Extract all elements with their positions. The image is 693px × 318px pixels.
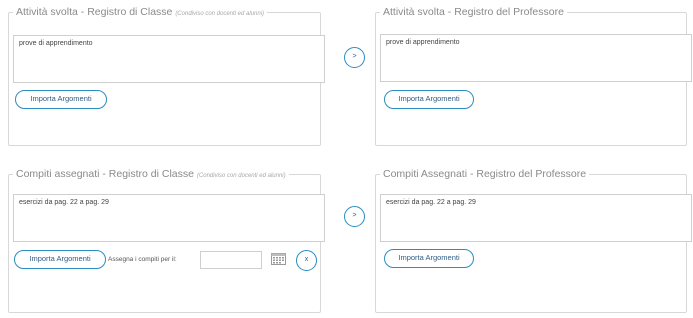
activity-class-import-button[interactable]: Importa Argomenti [15,90,107,109]
activity-teacher-register-textarea[interactable]: prove di apprendimento [380,34,692,82]
homework-copy-button[interactable]: > [344,206,365,227]
homework-class-register-legend: Compiti assegnati - Registro di Classe (… [13,168,289,180]
activity-class-register-legend: Attività svolta - Registro di Classe (Co… [13,6,267,18]
activity-class-register-title: Attività svolta - Registro di Classe [16,6,173,18]
calendar-icon[interactable] [271,252,286,265]
homework-class-import-button[interactable]: Importa Argomenti [14,250,106,269]
clear-date-button[interactable]: x [296,250,317,271]
homework-class-register-note: (Condiviso con docenti ed alunni) [196,173,286,179]
homework-teacher-register-text: esercizi da pag. 22 a pag. 29 [386,199,476,206]
activity-teacher-import-button[interactable]: Importa Argomenti [384,90,474,109]
homework-date-input[interactable] [200,251,262,269]
activity-copy-button[interactable]: > [344,47,365,68]
activity-teacher-register-title: Attività svolta - Registro del Professor… [383,6,564,18]
activity-teacher-register-text: prove di apprendimento [386,39,460,46]
activity-class-register-text: prove di apprendimento [19,40,93,47]
activity-class-register-note: (Condiviso con docenti ed alunni) [175,11,265,17]
assign-homework-label: Assegna i compiti per il: [108,256,177,263]
homework-teacher-register-textarea[interactable]: esercizi da pag. 22 a pag. 29 [380,194,692,242]
homework-teacher-register-legend: Compiti Assegnati - Registro del Profess… [380,168,589,180]
homework-teacher-register-title: Compiti Assegnati - Registro del Profess… [383,168,587,180]
activity-class-register-textarea[interactable]: prove di apprendimento [13,35,325,83]
homework-class-register-textarea[interactable]: esercizi da pag. 22 a pag. 29 [13,194,325,242]
homework-class-register-text: esercizi da pag. 22 a pag. 29 [19,199,109,206]
activity-teacher-register-legend: Attività svolta - Registro del Professor… [380,6,567,18]
homework-class-register-title: Compiti assegnati - Registro di Classe [16,168,194,180]
homework-teacher-import-button[interactable]: Importa Argomenti [384,249,474,268]
